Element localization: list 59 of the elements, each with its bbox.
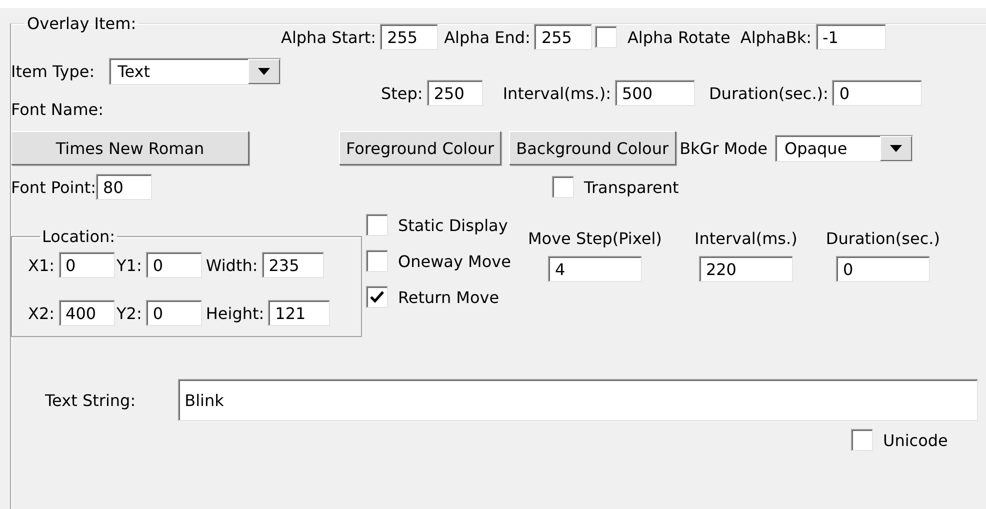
move-mode-checkbox[interactable] [366, 214, 388, 236]
check-icon [370, 291, 384, 303]
move-mode-checkbox[interactable] [366, 286, 388, 308]
unicode-checkbox[interactable] [851, 429, 873, 451]
step-field[interactable]: 250 [426, 80, 483, 106]
move-mode-checkbox[interactable] [366, 250, 388, 272]
coordinate-field[interactable]: 0 [146, 252, 202, 278]
duration-field[interactable]: 0 [832, 80, 922, 106]
coordinate-label: X2: [28, 304, 55, 322]
size-label: Width: [206, 256, 258, 274]
move-mode-label: Static Display [398, 216, 508, 234]
move-setting-label: Duration(sec.) [826, 229, 940, 248]
size-field[interactable]: 121 [268, 300, 330, 326]
coordinate-label: X1: [28, 256, 55, 274]
move-setting-label: Interval(ms.) [694, 229, 798, 248]
move-mode-label: Oneway Move [398, 252, 511, 270]
move-setting-label: Move Step(Pixel) [528, 229, 662, 248]
font-name-label: Font Name: [11, 100, 104, 118]
alpha-rotate-checkbox[interactable] [595, 26, 618, 48]
move-setting-field[interactable]: 0 [836, 256, 930, 282]
coordinate-field[interactable]: 0 [58, 252, 115, 278]
duration-label: Duration(sec.): [708, 84, 828, 102]
bkgr-mode-label: BkGr Mode [680, 138, 768, 158]
transparent-label: Transparent [584, 178, 679, 196]
interval-label: Interval(ms.): [502, 84, 611, 102]
coordinate-label: Y2: [116, 304, 142, 322]
item-type-dropdown[interactable]: Text [108, 58, 281, 84]
transparent-checkbox[interactable] [552, 176, 574, 198]
item-type-label: Item Type: [11, 62, 95, 80]
text-string-field[interactable]: Blink [178, 379, 978, 421]
alpha-bk-label: AlphaBk: [740, 28, 812, 46]
caret-icon [258, 68, 270, 74]
step-label: Step: [381, 84, 423, 102]
font-point-label: Font Point: [11, 178, 96, 196]
size-label: Height: [206, 304, 264, 322]
alpha-end-field[interactable]: 255 [534, 24, 592, 50]
move-setting-field[interactable]: 4 [548, 256, 642, 282]
alpha-start-field[interactable]: 255 [380, 24, 438, 50]
move-setting-field[interactable]: 220 [698, 256, 793, 282]
alpha-start-label: Alpha Start: [281, 28, 376, 46]
colour-button[interactable]: Background Colour [509, 131, 676, 165]
alpha-bk-field[interactable]: -1 [816, 24, 886, 50]
font-name-button[interactable]: Times New Roman [11, 131, 249, 165]
coordinate-field[interactable]: 400 [58, 300, 115, 326]
caret-icon [890, 144, 902, 152]
coordinate-field[interactable]: 0 [146, 300, 202, 326]
alpha-rotate-label: Alpha Rotate [627, 28, 730, 46]
unicode-label: Unicode [883, 430, 948, 450]
text-string-label: Text String: [45, 390, 136, 410]
alpha-end-label: Alpha End: [444, 28, 530, 46]
bkgr-mode-dropdown[interactable]: Opaque [775, 134, 914, 162]
coordinate-label: Y1: [116, 256, 142, 274]
colour-button[interactable]: Foreground Colour [339, 131, 502, 165]
font-point-field[interactable]: 80 [96, 174, 152, 200]
move-mode-label: Return Move [398, 288, 500, 306]
interval-field[interactable]: 500 [614, 80, 695, 106]
group-title: Overlay Item: [26, 14, 138, 33]
size-field[interactable]: 235 [262, 252, 324, 278]
location-title: Location: [41, 227, 116, 246]
